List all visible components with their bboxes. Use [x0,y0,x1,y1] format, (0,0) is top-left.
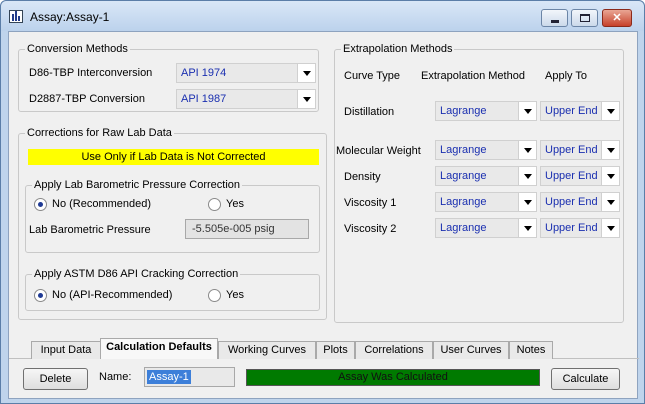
chevron-down-icon[interactable] [601,102,619,120]
chevron-down-icon[interactable] [601,141,619,159]
lab-barometric-pressure-value: -5.505e-005 psig [192,223,275,235]
barometric-correction-label: Apply Lab Barometric Pressure Correction [32,179,243,191]
apply-to-combo[interactable]: Upper End [540,218,620,238]
close-icon: ✕ [612,12,622,24]
apply-to-value: Upper End [545,144,598,156]
extrapolation-method-value: Lagrange [440,105,487,117]
apply-to-header: Apply To [545,70,587,82]
extrapolation-row-curve: Viscosity 2 [344,223,397,235]
chevron-down-icon[interactable] [601,219,619,237]
conversion-methods-group: Conversion Methods D86-TBP Interconversi… [18,43,319,112]
client-area: Conversion Methods D86-TBP Interconversi… [8,31,639,399]
d2887-tbp-label: D2887-TBP Conversion [29,93,145,105]
maximize-button[interactable] [571,9,598,27]
app-chart-icon [9,10,23,23]
extrapolation-method-value: Lagrange [440,196,487,208]
corrections-label: Corrections for Raw Lab Data [25,127,174,139]
close-button[interactable]: ✕ [602,9,632,27]
delete-button[interactable]: Delete [23,368,88,390]
chevron-down-icon[interactable] [518,167,536,185]
chevron-down-icon[interactable] [297,64,315,82]
minimize-icon [551,20,559,23]
cracking-no-radio[interactable] [34,289,47,302]
chevron-down-icon[interactable] [518,102,536,120]
apply-to-combo[interactable]: Upper End [540,101,620,121]
extrapolation-method-value: Lagrange [440,144,487,156]
extrapolation-methods-label: Extrapolation Methods [341,43,455,55]
barometric-correction-group: Apply Lab Barometric Pressure Correction… [25,179,320,253]
chevron-down-icon[interactable] [518,219,536,237]
extrapolation-method-value: Lagrange [440,170,487,182]
barometric-no-label: No (Recommended) [52,198,152,210]
apply-to-value: Upper End [545,105,598,117]
tab-working-curves[interactable]: Working Curves [218,341,316,359]
apply-to-value: Upper End [545,170,598,182]
cracking-yes-label: Yes [226,289,244,301]
cracking-yes-radio[interactable] [208,289,221,302]
d86-tbp-value: API 1974 [181,67,227,79]
tab-input-data[interactable]: Input Data [31,341,101,359]
d86-tbp-combo[interactable]: API 1974 [176,63,316,83]
correction-warning-banner: Use Only if Lab Data is Not Corrected [28,149,319,165]
minimize-button[interactable] [541,9,568,27]
apply-to-combo[interactable]: Upper End [540,192,620,212]
apply-to-combo[interactable]: Upper End [540,166,620,186]
extrapolation-method-value: Lagrange [440,222,487,234]
assay-name-input[interactable]: Assay-1 [144,367,235,387]
assay-name-value: Assay-1 [147,370,191,384]
tab-user-curves[interactable]: User Curves [433,341,509,359]
chevron-down-icon[interactable] [601,167,619,185]
calculation-status-bar: Assay Was Calculated [246,369,540,386]
extrapolation-method-header: Extrapolation Method [421,70,525,82]
window-title: Assay:Assay-1 [30,10,110,24]
cracking-no-label: No (API-Recommended) [52,289,173,301]
tab-plots[interactable]: Plots [316,341,355,359]
extrapolation-row-curve: Density [344,171,381,183]
d2887-tbp-combo[interactable]: API 1987 [176,89,316,109]
cracking-correction-group: Apply ASTM D86 API Cracking Correction N… [25,268,320,311]
extrapolation-method-combo[interactable]: Lagrange [435,166,537,186]
tab-notes[interactable]: Notes [509,341,553,359]
d2887-tbp-value: API 1987 [181,93,227,105]
extrapolation-method-combo[interactable]: Lagrange [435,192,537,212]
cracking-correction-label: Apply ASTM D86 API Cracking Correction [32,268,241,280]
maximize-icon [580,14,590,22]
barometric-no-radio[interactable] [34,198,47,211]
apply-to-combo[interactable]: Upper End [540,140,620,160]
assay-window: Assay:Assay-1 ✕ Conversion Methods D86-T… [0,0,645,404]
title-bar[interactable]: Assay:Assay-1 ✕ [1,1,644,31]
conversion-methods-label: Conversion Methods [25,43,130,55]
lab-barometric-pressure-label: Lab Barometric Pressure [29,224,151,236]
d86-tbp-label: D86-TBP Interconversion [29,67,153,79]
chevron-down-icon[interactable] [297,90,315,108]
curve-type-header: Curve Type [344,70,401,82]
barometric-yes-label: Yes [226,198,244,210]
extrapolation-method-combo[interactable]: Lagrange [435,218,537,238]
chevron-down-icon[interactable] [518,141,536,159]
extrapolation-method-combo[interactable]: Lagrange [435,140,537,160]
chevron-down-icon[interactable] [601,193,619,211]
corrections-group: Corrections for Raw Lab Data Use Only if… [18,127,327,320]
apply-to-value: Upper End [545,222,598,234]
tab-correlations[interactable]: Correlations [355,341,433,359]
tab-calculation-defaults[interactable]: Calculation Defaults [100,338,218,359]
extrapolation-methods-group: Extrapolation Methods Curve Type Extrapo… [334,43,624,323]
lab-barometric-pressure-field: -5.505e-005 psig [185,219,309,239]
calculate-button[interactable]: Calculate [551,368,620,390]
name-label: Name: [99,371,132,383]
barometric-yes-radio[interactable] [208,198,221,211]
extrapolation-method-combo[interactable]: Lagrange [435,101,537,121]
extrapolation-row-curve: Distillation [344,106,395,118]
extrapolation-row-curve: Molecular Weight [336,145,421,157]
apply-to-value: Upper End [545,196,598,208]
chevron-down-icon[interactable] [518,193,536,211]
extrapolation-row-curve: Viscosity 1 [344,197,397,209]
